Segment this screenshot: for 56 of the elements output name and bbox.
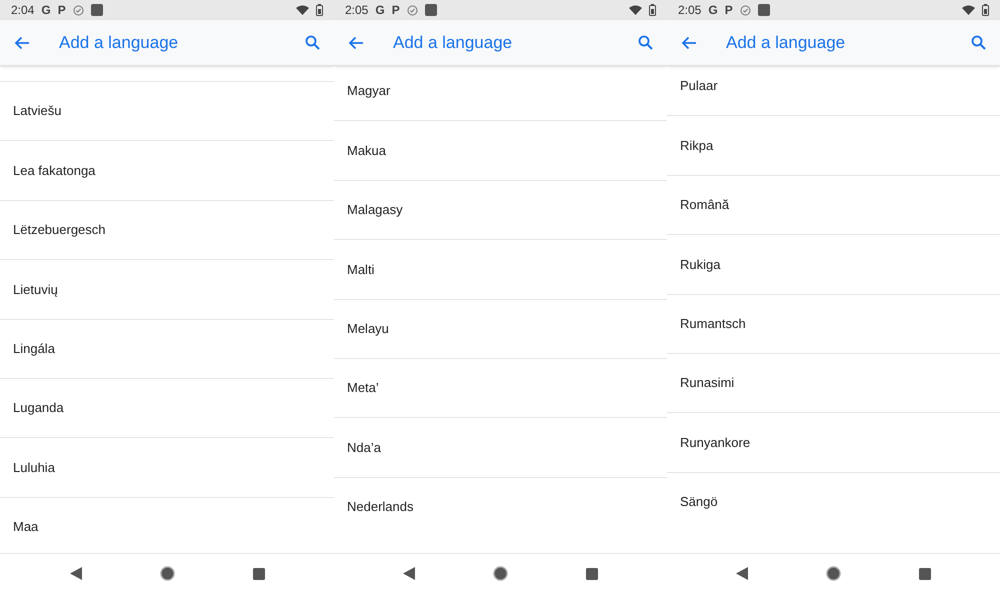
notification-icon: G: [708, 1, 718, 19]
search-icon: [304, 35, 320, 50]
nav-recents-button[interactable]: [919, 568, 931, 580]
back-arrow-icon: [14, 36, 30, 50]
language-item[interactable]: Rukiga: [667, 234, 1000, 294]
recents-square-icon: [252, 568, 264, 580]
wifi-icon: [962, 5, 975, 15]
screen-title: Add a language: [393, 32, 514, 54]
back-triangle-icon: [70, 567, 82, 580]
nav-home-button[interactable]: [493, 566, 508, 581]
nav-recents-button[interactable]: [586, 568, 598, 580]
notification-square-icon: [758, 4, 770, 16]
language-item[interactable]: Runyankore: [667, 412, 1000, 472]
recents-square-icon: [919, 568, 931, 580]
battery-icon: [982, 4, 989, 16]
check-badge-icon: [406, 4, 418, 16]
check-badge-icon: [740, 4, 751, 16]
search-icon: [970, 35, 986, 50]
language-item[interactable]: Română: [667, 174, 1000, 234]
search-icon: [638, 35, 652, 50]
home-circle-icon: [826, 566, 841, 581]
notification-icon: G: [41, 1, 51, 19]
back-arrow-icon: [348, 36, 364, 50]
wifi-icon: [296, 5, 309, 15]
nav-home-button[interactable]: [826, 566, 841, 581]
notification-icon: P: [58, 1, 66, 19]
status-time: 2:05: [345, 2, 368, 19]
back-arrow-icon: [681, 36, 697, 50]
notification-icon: G: [375, 1, 385, 19]
language-item[interactable]: Pulaar: [667, 66, 1000, 116]
nav-back-button[interactable]: [736, 567, 748, 580]
home-circle-icon: [493, 566, 508, 581]
notification-icon: P: [392, 1, 400, 19]
check-badge-icon: [72, 4, 84, 16]
wifi-icon: [629, 5, 642, 15]
status-time: 2:05: [678, 2, 702, 19]
notification-square-icon: [424, 4, 437, 16]
nav-back-button[interactable]: [70, 567, 82, 580]
screen-title: Add a language: [59, 32, 180, 54]
nav-back-button[interactable]: [403, 567, 415, 580]
recents-square-icon: [586, 568, 598, 580]
nav-home-button[interactable]: [160, 566, 174, 581]
status-time: 2:04: [11, 2, 34, 19]
language-item[interactable]: Rikpa: [667, 115, 1000, 175]
battery-icon: [649, 4, 656, 16]
screen-title: Add a language: [726, 32, 846, 54]
battery-icon: [316, 4, 323, 16]
home-circle-icon: [160, 566, 174, 581]
language-item[interactable]: Sängö: [667, 472, 1000, 532]
language-item[interactable]: Rumantsch: [667, 294, 1000, 353]
back-triangle-icon: [736, 567, 748, 580]
back-triangle-icon: [403, 567, 415, 580]
notification-icon: P: [724, 1, 733, 19]
notification-square-icon: [90, 4, 103, 16]
language-item[interactable]: Runasimi: [667, 352, 1000, 412]
nav-recents-button[interactable]: [252, 568, 264, 580]
